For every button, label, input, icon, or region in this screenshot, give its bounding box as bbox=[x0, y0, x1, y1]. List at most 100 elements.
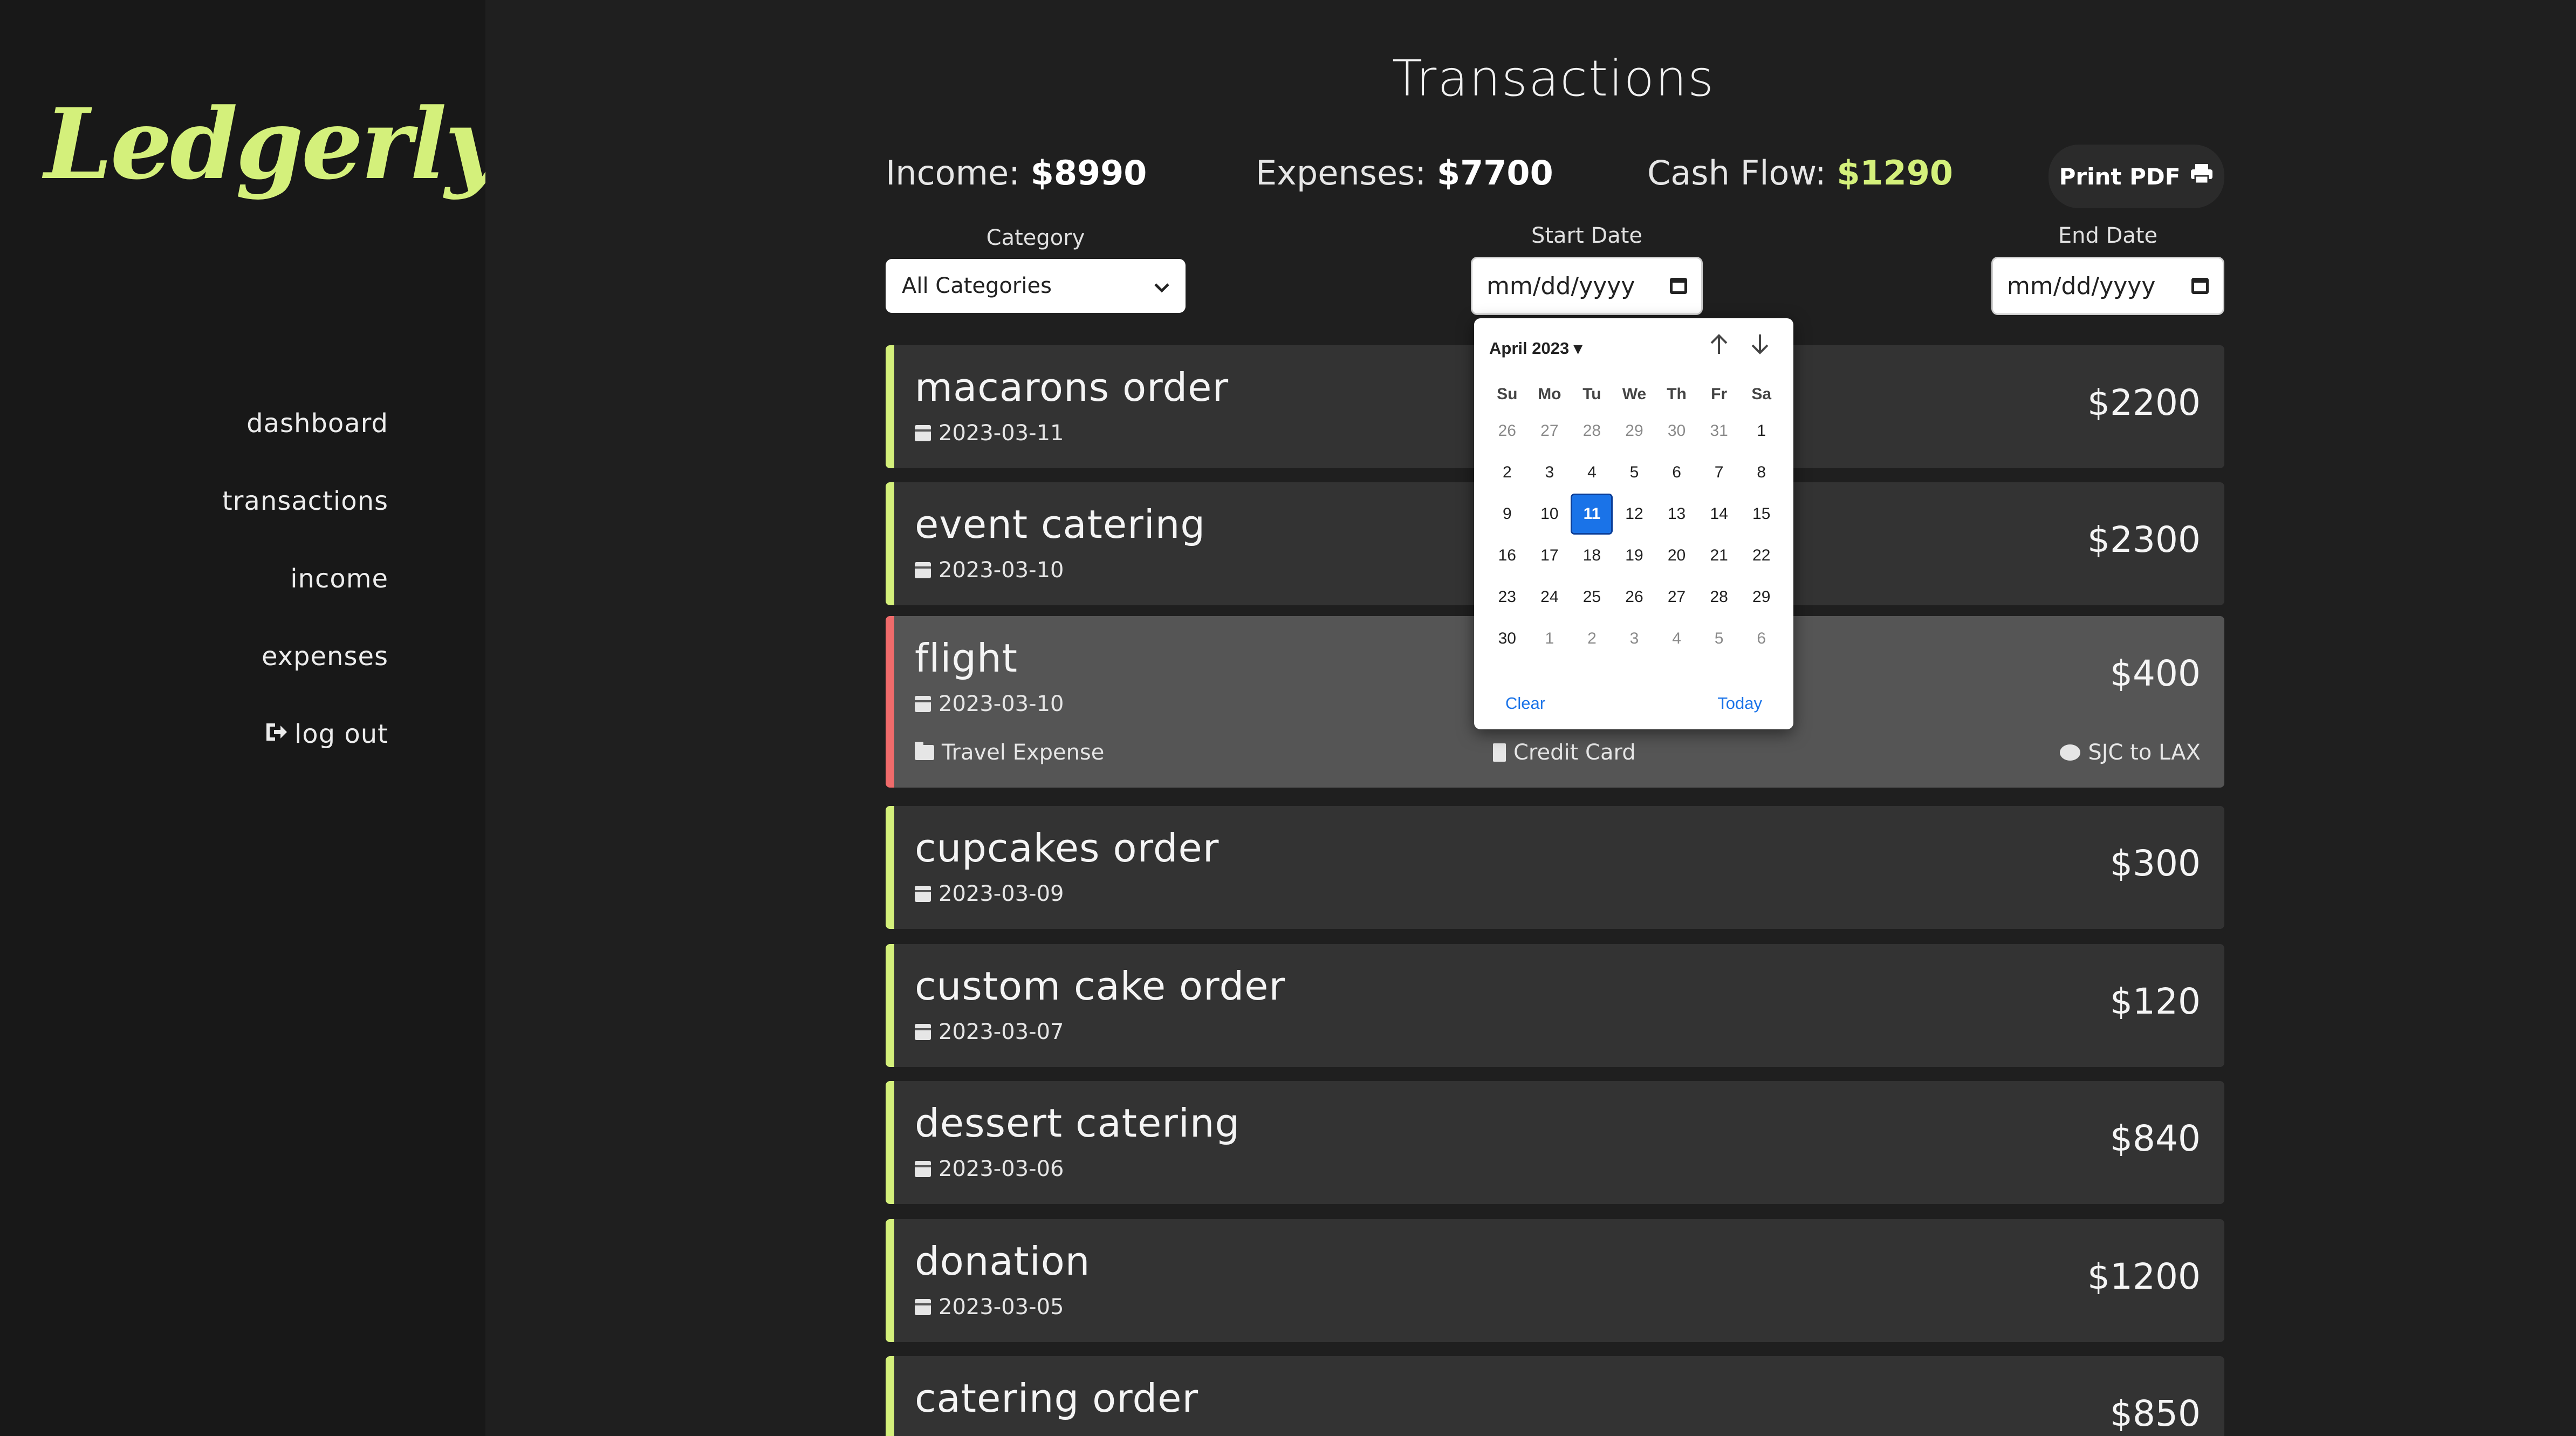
calendar-day[interactable]: 4 bbox=[1571, 452, 1613, 493]
calendar-day[interactable]: 1 bbox=[1740, 410, 1783, 452]
app-logo[interactable]: Ledgerly bbox=[44, 96, 501, 193]
calendar-day[interactable]: 28 bbox=[1698, 576, 1741, 618]
calendar-day[interactable]: 14 bbox=[1698, 493, 1741, 535]
calendar-day[interactable]: 27 bbox=[1655, 576, 1698, 618]
calendar-day[interactable]: 28 bbox=[1571, 410, 1613, 452]
expenses-summary: Expenses: $7700 bbox=[1256, 153, 1553, 193]
calendar-day[interactable]: 19 bbox=[1613, 535, 1656, 576]
sidebar-item-logout[interactable]: log out bbox=[222, 710, 388, 788]
transaction-card[interactable]: dessert catering 2023-03-06 $840 bbox=[886, 1081, 2224, 1204]
transaction-note: SJC to LAX bbox=[2060, 740, 2201, 765]
transaction-date-text: 2023-03-09 bbox=[938, 881, 1064, 906]
calendar-icon bbox=[915, 696, 931, 712]
print-pdf-button[interactable]: Print PDF bbox=[2049, 145, 2224, 208]
calendar-icon[interactable] bbox=[2191, 278, 2209, 294]
arrow-up-icon[interactable] bbox=[1708, 332, 1730, 362]
calendar-day[interactable]: 3 bbox=[1529, 452, 1571, 493]
transaction-title: event catering bbox=[915, 502, 1206, 547]
weekday-header: Sa bbox=[1751, 385, 1772, 403]
end-date-input[interactable]: mm/dd/yyyy bbox=[1991, 257, 2224, 315]
today-button[interactable]: Today bbox=[1717, 694, 1762, 713]
month-select[interactable]: April 2023 ▾ bbox=[1489, 339, 1582, 358]
calendar-day[interactable]: 17 bbox=[1529, 535, 1571, 576]
weekday-header: Fr bbox=[1711, 385, 1728, 403]
calendar-day[interactable]: 3 bbox=[1613, 618, 1656, 659]
calendar-day[interactable]: 1 bbox=[1529, 618, 1571, 659]
transaction-date: 2023-03-07 bbox=[915, 1020, 1064, 1044]
income-value: $8990 bbox=[1030, 153, 1147, 193]
calendar-day[interactable]: 5 bbox=[1613, 452, 1656, 493]
weekday-header: Tu bbox=[1582, 385, 1601, 403]
clear-button[interactable]: Clear bbox=[1505, 694, 1545, 713]
end-date-placeholder: mm/dd/yyyy bbox=[2007, 272, 2156, 300]
sidebar-item-income[interactable]: income bbox=[222, 555, 388, 632]
expenses-label: Expenses: bbox=[1256, 153, 1427, 193]
calendar-day[interactable]: 24 bbox=[1529, 576, 1571, 618]
calendar-day[interactable]: 20 bbox=[1655, 535, 1698, 576]
transaction-payment: Credit Card bbox=[1493, 740, 1636, 765]
calendar-day[interactable]: 27 bbox=[1529, 410, 1571, 452]
arrow-down-icon[interactable] bbox=[1749, 332, 1771, 362]
calendar-day[interactable]: 2 bbox=[1571, 618, 1613, 659]
calendar-day[interactable]: 6 bbox=[1740, 618, 1783, 659]
transaction-amount: $840 bbox=[2110, 1118, 2201, 1159]
transaction-card[interactable]: donation 2023-03-05 $1200 bbox=[886, 1219, 2224, 1342]
weekday-header: We bbox=[1622, 385, 1647, 403]
sidebar-item-transactions[interactable]: transactions bbox=[222, 477, 388, 555]
calendar-day[interactable]: 21 bbox=[1698, 535, 1741, 576]
expenses-value: $7700 bbox=[1437, 153, 1553, 193]
calendar-day-selected[interactable]: 11 bbox=[1571, 493, 1613, 535]
calendar-day[interactable]: 29 bbox=[1613, 410, 1656, 452]
calendar-day[interactable]: 16 bbox=[1486, 535, 1529, 576]
calendar-day[interactable]: 10 bbox=[1529, 493, 1571, 535]
calendar-day[interactable]: 5 bbox=[1698, 618, 1741, 659]
transaction-card[interactable]: custom cake order 2023-03-07 $120 bbox=[886, 944, 2224, 1067]
transaction-title: dessert catering bbox=[915, 1100, 1241, 1146]
calendar-day[interactable]: 2 bbox=[1486, 452, 1529, 493]
transaction-category: Travel Expense bbox=[915, 740, 1104, 765]
transaction-date-text: 2023-03-06 bbox=[938, 1157, 1064, 1181]
calendar-day[interactable]: 12 bbox=[1613, 493, 1656, 535]
sign-out-icon bbox=[264, 710, 288, 758]
calendar-day[interactable]: 23 bbox=[1486, 576, 1529, 618]
transaction-amount: $850 bbox=[2110, 1393, 2201, 1434]
caret-down-icon: ▾ bbox=[1573, 339, 1582, 358]
calendar-day[interactable]: 18 bbox=[1571, 535, 1613, 576]
calendar-day[interactable]: 9 bbox=[1486, 493, 1529, 535]
end-date-label: End Date bbox=[2058, 223, 2158, 248]
sidebar-item-expenses[interactable]: expenses bbox=[222, 632, 388, 710]
start-date-input[interactable]: mm/dd/yyyy bbox=[1471, 257, 1703, 315]
folder-icon bbox=[915, 742, 934, 760]
calendar-day[interactable]: 30 bbox=[1486, 618, 1529, 659]
sidebar: Ledgerly dashboard transactions income e… bbox=[0, 0, 501, 1436]
calendar-day[interactable]: 31 bbox=[1698, 410, 1741, 452]
weekday-header: Su bbox=[1497, 385, 1518, 403]
calendar-day[interactable]: 26 bbox=[1486, 410, 1529, 452]
calendar-day[interactable]: 26 bbox=[1613, 576, 1656, 618]
calendar-icon[interactable] bbox=[1670, 278, 1687, 294]
calendar-icon bbox=[915, 425, 931, 441]
calendar-day[interactable]: 7 bbox=[1698, 452, 1741, 493]
comment-icon bbox=[2060, 744, 2081, 761]
calendar-day[interactable]: 8 bbox=[1740, 452, 1783, 493]
calendar-day[interactable]: 4 bbox=[1655, 618, 1698, 659]
calendar-day[interactable]: 22 bbox=[1740, 535, 1783, 576]
print-pdf-label: Print PDF bbox=[2059, 163, 2181, 190]
calendar-day[interactable]: 25 bbox=[1571, 576, 1613, 618]
calendar-icon bbox=[915, 886, 931, 902]
transaction-date: 2023-03-06 bbox=[915, 1157, 1064, 1181]
sidebar-item-dashboard[interactable]: dashboard bbox=[222, 399, 388, 477]
calendar-day[interactable]: 15 bbox=[1740, 493, 1783, 535]
calendar-day[interactable]: 30 bbox=[1655, 410, 1698, 452]
transaction-amount: $2300 bbox=[2087, 519, 2201, 560]
chevron-down-icon bbox=[1154, 273, 1169, 298]
category-select[interactable]: All Categories bbox=[886, 259, 1186, 313]
transaction-card[interactable]: catering order $850 bbox=[886, 1356, 2224, 1436]
cashflow-label: Cash Flow: bbox=[1647, 153, 1826, 193]
calendar-day[interactable]: 6 bbox=[1655, 452, 1698, 493]
calendar-day[interactable]: 29 bbox=[1740, 576, 1783, 618]
receipt-icon bbox=[1493, 743, 1506, 762]
transaction-card[interactable]: cupcakes order 2023-03-09 $300 bbox=[886, 806, 2224, 929]
calendar-day[interactable]: 13 bbox=[1655, 493, 1698, 535]
transaction-date: 2023-03-10 bbox=[915, 692, 1064, 716]
